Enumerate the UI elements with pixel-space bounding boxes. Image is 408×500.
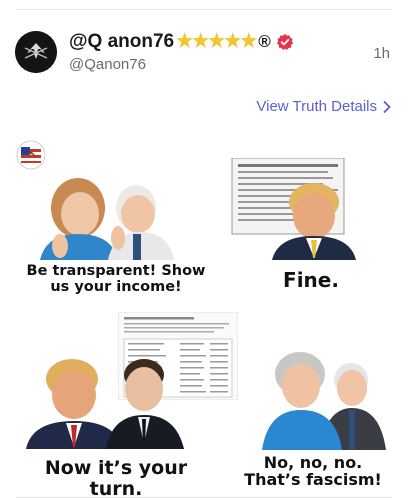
verified-badge-icon <box>276 33 293 50</box>
registered-mark: ® <box>258 31 271 51</box>
panel-3-figures <box>26 359 184 449</box>
panel-2-figure <box>231 158 356 260</box>
view-details-label: View Truth Details <box>256 98 377 115</box>
meme-image[interactable]: Be transparent! Show us your income! Fin… <box>16 140 392 499</box>
meme-caption-2: Fine. <box>283 268 339 292</box>
top-divider <box>16 9 392 10</box>
meme-caption-1: Be transparent! Show us your income! <box>26 263 206 295</box>
display-name[interactable]: @Q anon76 <box>69 31 174 53</box>
star-emojis: ★★★★★ <box>176 31 257 52</box>
panel-4-figures <box>262 352 386 450</box>
skull-logo-icon <box>15 31 57 73</box>
view-truth-details-link[interactable]: View Truth Details <box>256 98 391 115</box>
display-name-row[interactable]: @Q anon76 ★★★★★ ® <box>69 30 294 53</box>
meme-caption-3: Now it’s your turn. <box>44 457 188 500</box>
post-timestamp: 1h <box>373 45 390 62</box>
meme-caption-4: No, no, no. That’s fascism! <box>244 453 382 490</box>
chevron-right-icon <box>383 100 391 113</box>
panel-1-figures <box>40 178 174 260</box>
bottom-divider <box>16 497 392 498</box>
user-handle[interactable]: @Qanon76 <box>69 56 146 73</box>
eagle-flag-icon <box>16 140 46 170</box>
avatar[interactable] <box>15 31 57 73</box>
